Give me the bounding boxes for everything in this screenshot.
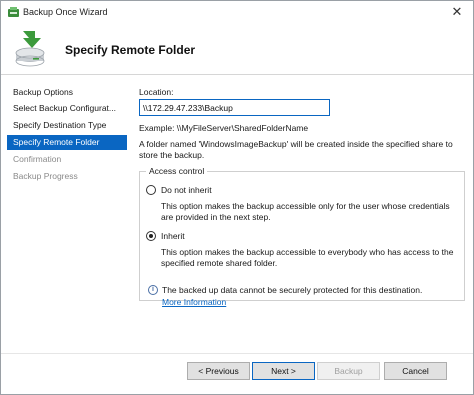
inherit-description: This option makes the backup accessible … — [161, 247, 454, 268]
example-text: Example: \\MyFileServer\SharedFolderName — [139, 123, 309, 133]
nav-item-backup-options[interactable]: Backup Options — [7, 85, 127, 100]
next-button[interactable]: Next > — [252, 362, 315, 380]
inherit-label[interactable]: Inherit — [161, 231, 185, 241]
backup-once-wizard-window: Backup Once Wizard ✕ Specify Remote Fold… — [0, 0, 474, 395]
backup-app-icon — [8, 7, 19, 17]
title-bar: Backup Once Wizard ✕ — [1, 1, 473, 23]
nav-item-backup-progress: Backup Progress — [13, 171, 78, 181]
page-title: Specify Remote Folder — [65, 43, 196, 57]
location-label: Location: — [139, 87, 174, 97]
do-not-inherit-label[interactable]: Do not inherit — [161, 185, 212, 195]
info-icon: i — [148, 285, 158, 295]
cancel-button[interactable]: Cancel — [384, 362, 447, 380]
close-icon[interactable]: ✕ — [449, 4, 465, 20]
access-control-group: Access control Do not inherit This optio… — [139, 166, 465, 301]
nav-item-confirmation: Confirmation — [13, 154, 62, 164]
wizard-steps-nav: Backup Options Select Backup Configurat.… — [1, 76, 129, 356]
do-not-inherit-radio[interactable] — [146, 185, 156, 195]
backup-button: Backup — [317, 362, 380, 380]
window-title: Backup Once Wizard — [23, 7, 108, 17]
security-note: The backed up data cannot be securely pr… — [162, 285, 423, 295]
folder-note: A folder named 'WindowsImageBackup' will… — [139, 139, 453, 160]
nav-item-specify-destination-type[interactable]: Specify Destination Type — [7, 118, 127, 133]
location-input[interactable] — [139, 99, 330, 116]
access-control-legend: Access control — [146, 166, 208, 176]
nav-item-specify-remote-folder[interactable]: Specify Remote Folder — [7, 135, 127, 150]
do-not-inherit-description: This option makes the backup accessible … — [161, 201, 450, 222]
nav-item-select-backup-configuration[interactable]: Select Backup Configurat... — [7, 101, 127, 116]
footer-divider — [1, 353, 473, 354]
more-information-link[interactable]: More Information — [162, 297, 226, 307]
main-content: Location: Example: \\MyFileServer\Shared… — [131, 76, 471, 356]
backup-wizard-icon — [15, 31, 45, 67]
wizard-header: Specify Remote Folder — [1, 23, 473, 75]
previous-button[interactable]: < Previous — [187, 362, 250, 380]
inherit-radio[interactable] — [146, 231, 156, 241]
